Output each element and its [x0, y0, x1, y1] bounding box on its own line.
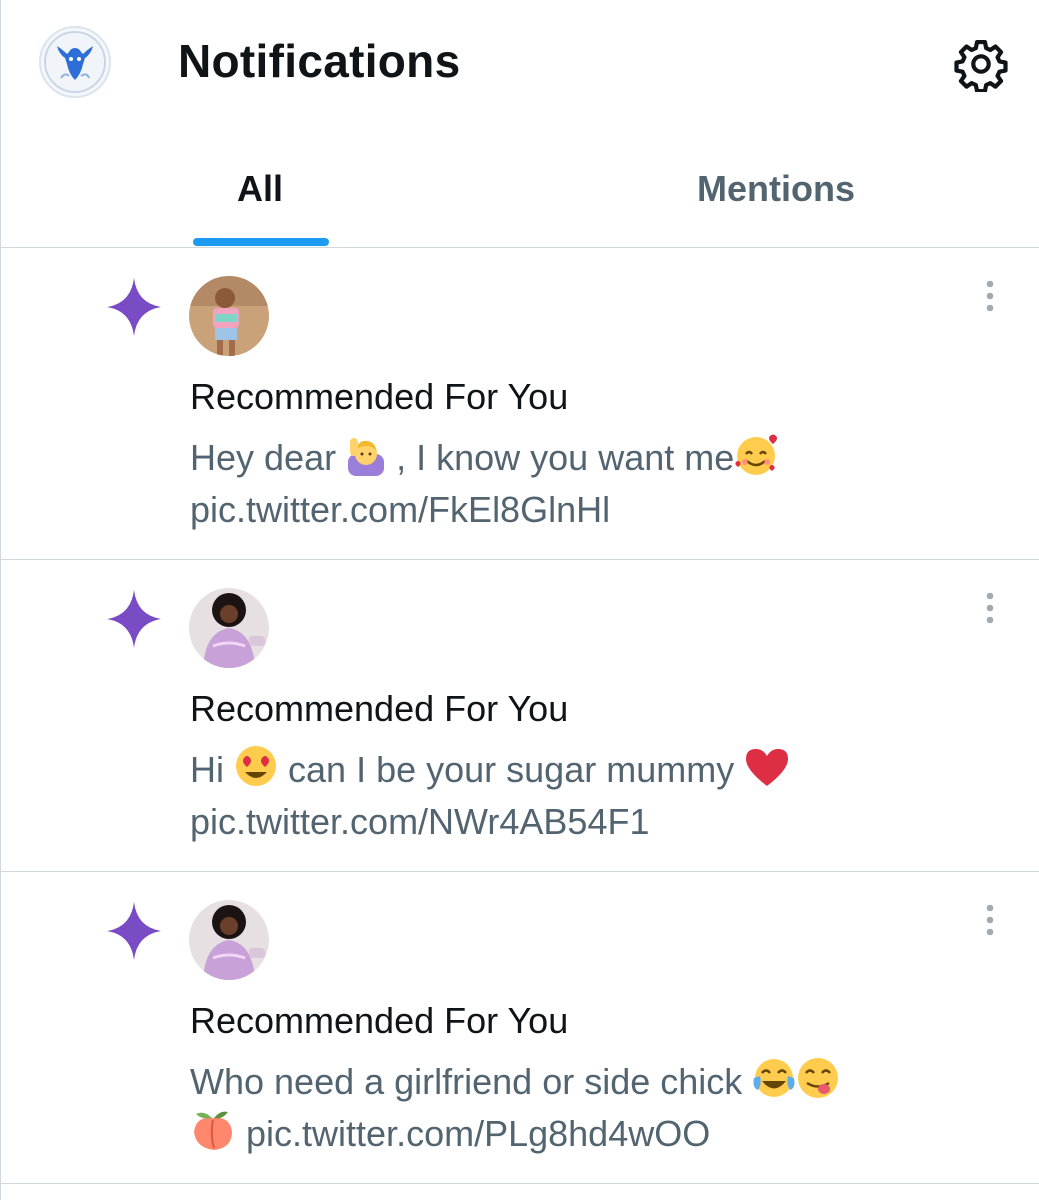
more-options-icon[interactable] — [971, 900, 1009, 940]
woman-raising-hand-icon — [348, 438, 385, 476]
tab-all[interactable]: All — [237, 168, 283, 210]
active-tab-indicator — [193, 238, 329, 246]
tab-mentions[interactable]: Mentions — [697, 168, 855, 210]
notification-item[interactable]: Recommended For You Hey dear , I know yo… — [1, 248, 1039, 560]
notification-heading: Recommended For You — [190, 1000, 569, 1041]
avatar[interactable] — [189, 900, 269, 980]
heart-eyes-icon — [236, 746, 277, 786]
red-heart-icon — [746, 749, 789, 786]
notification-heading: Recommended For You — [190, 376, 569, 417]
notification-heading: Recommended For You — [190, 688, 569, 729]
notification-text: Hi can I be your sugar mummy pic.twitter… — [190, 744, 970, 848]
peach-icon — [194, 1111, 232, 1150]
sparkle-icon — [107, 278, 161, 336]
page-title: Notifications — [178, 35, 461, 87]
tears-of-joy-icon — [753, 1059, 795, 1097]
avatar[interactable] — [189, 276, 269, 356]
more-options-icon[interactable] — [971, 588, 1009, 628]
gear-icon[interactable] — [953, 36, 1009, 94]
face-savoring-food-icon — [798, 1058, 839, 1098]
notification-item[interactable]: Recommended For You Hi can I be your sug… — [1, 560, 1039, 872]
notification-item[interactable]: Recommended For You Who need a girlfrien… — [1, 872, 1039, 1184]
profile-avatar[interactable] — [39, 26, 111, 98]
notifications-screen: Notifications All Mentions Recommended F… — [0, 0, 1039, 1200]
tab-bar: All Mentions — [1, 128, 1039, 248]
media-link[interactable]: pic.twitter.com/NWr4AB54F1 — [190, 801, 649, 842]
avatar[interactable] — [189, 588, 269, 668]
header: Notifications — [1, 0, 1039, 128]
sparkle-icon — [107, 590, 161, 648]
more-options-icon[interactable] — [971, 276, 1009, 316]
smiling-face-with-hearts-icon — [735, 434, 778, 475]
media-link[interactable]: pic.twitter.com/PLg8hd4wOO — [246, 1113, 710, 1154]
sparkle-icon — [107, 902, 161, 960]
notification-text: Who need a girlfriend or side chick pic.… — [190, 1056, 970, 1160]
goat-logo-icon — [44, 31, 106, 93]
notification-text: Hey dear , I know you want me pic.twitte… — [190, 432, 970, 536]
media-link[interactable]: pic.twitter.com/FkEl8GlnHl — [190, 489, 610, 530]
